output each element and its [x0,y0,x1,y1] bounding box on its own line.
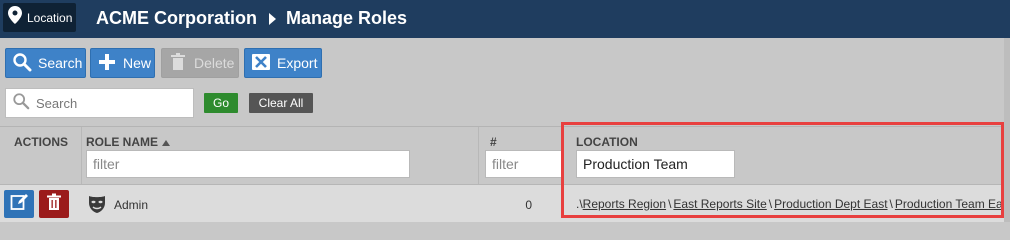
path-separator: \ [768,197,773,211]
column-role-name-label: ROLE NAME [86,135,158,149]
magnifier-icon [12,52,32,75]
new-button[interactable]: New [90,48,155,78]
export-button[interactable]: Export [244,48,322,78]
role-name-filter[interactable] [86,150,410,178]
page-title: Manage Roles [286,8,408,28]
new-button-label: New [123,55,152,71]
export-button-label: Export [277,55,318,71]
breadcrumb-org[interactable]: ACME Corporation [96,8,257,29]
edit-icon [10,193,28,216]
export-x-icon [251,52,271,75]
delete-row-button[interactable] [39,190,69,218]
theater-mask-icon [88,194,106,214]
edit-button[interactable] [4,190,34,218]
location-path-prefix: .\ [576,197,583,211]
clear-all-button[interactable]: Clear All [249,93,313,113]
location-path-link[interactable]: Production Team East [895,197,1010,211]
map-pin-icon [8,6,22,29]
magnifier-icon [12,92,30,115]
app-header: Location ACME Corporation Manage Roles [0,0,1010,38]
path-separator: \ [668,197,672,211]
chevron-right-icon [269,12,276,25]
grid-header: ACTIONS ROLE NAME # ASSIGNED LOCATION [0,126,1010,185]
search-button-label: Search [38,55,83,71]
column-location-title[interactable]: LOCATION [576,135,638,149]
location-button[interactable]: Location [3,3,76,32]
delete-button-label: Delete [194,55,235,71]
vertical-scrollbar[interactable] [1004,38,1010,222]
column-actions: ACTIONS [0,127,82,185]
location-path-cell: .\Reports Region \ East Reports Site \ Produ… [576,197,1010,211]
location-path-link[interactable]: East Reports Site [673,197,766,211]
plus-icon [97,52,117,75]
role-name-cell[interactable]: Admin [114,198,148,212]
column-assigned: # ASSIGNED [479,127,563,185]
location-path-link[interactable]: Production Dept East [774,197,887,211]
search-field[interactable] [5,88,194,118]
path-separator: \ [889,197,893,211]
table-row[interactable]: Admin 0 .\Reports Region \ East Reports Si… [0,184,1010,222]
delete-button[interactable]: Delete [161,48,239,78]
toolbar: Search New Delete Export Go Clear All [0,38,1010,126]
column-role-name-title[interactable]: ROLE NAME [86,135,170,149]
search-button[interactable]: Search [5,48,86,78]
trash-icon [168,52,188,75]
location-filter[interactable] [576,150,735,178]
column-actions-title: ACTIONS [14,135,68,149]
location-button-label: Location [27,10,73,25]
column-location: LOCATION [563,127,1004,185]
assigned-count-cell: 0 [525,198,532,212]
trash-icon [45,193,63,216]
sort-ascending-icon [162,139,170,146]
location-path-link[interactable]: Reports Region [583,197,666,211]
go-button[interactable]: Go [204,93,238,113]
search-input[interactable] [36,95,186,111]
breadcrumb: ACME Corporation Manage Roles [96,8,407,29]
assigned-filter[interactable] [485,150,562,178]
column-role-name: ROLE NAME [82,127,479,185]
